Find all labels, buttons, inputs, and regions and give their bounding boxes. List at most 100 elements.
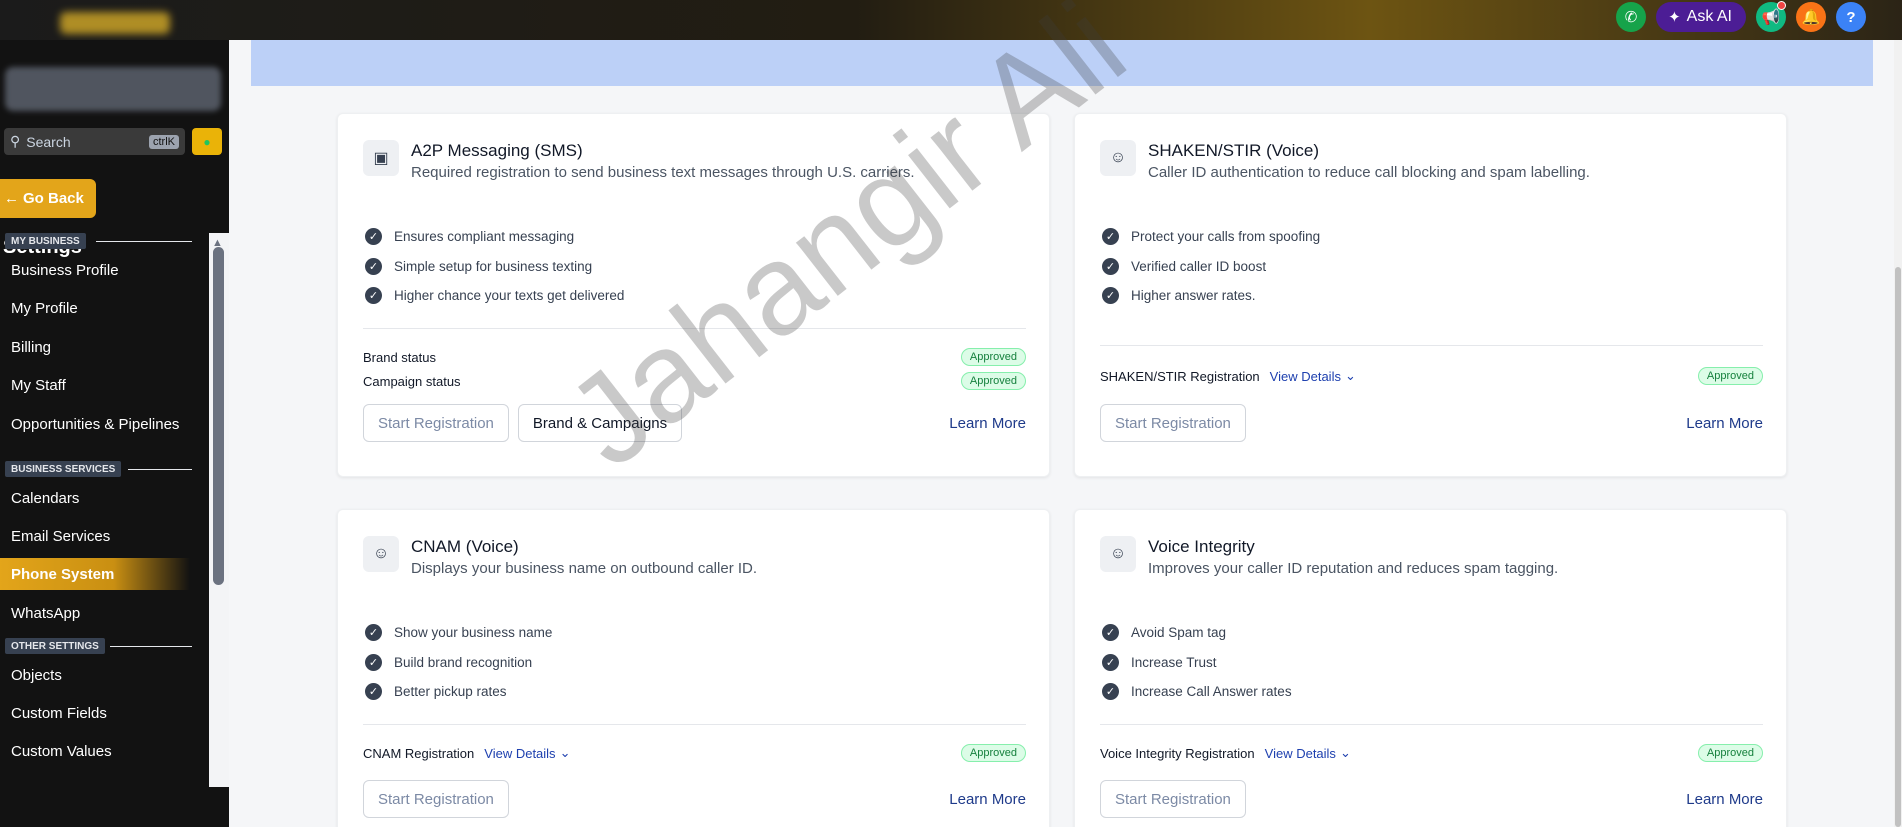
feature-item: ✓ Build brand recognition (365, 648, 552, 678)
phone-button[interactable]: ✆ (1616, 2, 1647, 32)
search-shortcut: ctrlK (149, 134, 179, 149)
sparkle-icon: ✦ (1668, 9, 1681, 26)
feature-label: Increase Trust (1131, 654, 1217, 670)
page-scrollbar[interactable] (1894, 40, 1902, 827)
help-icon: ? (1846, 8, 1856, 26)
feature-item: ✓ Show your business name (365, 618, 552, 648)
view-details-link[interactable]: View Details ⌄ (1265, 745, 1351, 761)
nav-item-whatsapp[interactable]: WhatsApp (0, 597, 190, 629)
feature-label: Verified caller ID boost (1131, 258, 1267, 274)
view-details-link[interactable]: View Details ⌄ (484, 745, 570, 761)
caller-id-icon: ☺ (363, 536, 399, 572)
feature-label: Higher chance your texts get delivered (394, 288, 625, 304)
bell-icon: 🔔 (1801, 9, 1821, 26)
ask-ai-button[interactable]: ✦ Ask AI (1656, 2, 1746, 32)
card-actions: Start Registration Brand & Campaigns Lea… (363, 404, 1026, 442)
feature-label: Increase Call Answer rates (1131, 684, 1292, 700)
notifications-button[interactable]: 🔔 (1796, 2, 1826, 32)
nav-item-objects[interactable]: Objects (0, 659, 190, 691)
nav-item-opportunities-pipelines[interactable]: Opportunities & Pipelines (0, 408, 190, 440)
card-title: CNAM (Voice) (411, 537, 519, 556)
divider (363, 724, 1026, 725)
learn-more-link[interactable]: Learn More (949, 415, 1026, 432)
nav-item-my-staff[interactable]: My Staff (0, 369, 190, 401)
check-icon: ✓ (365, 653, 382, 671)
learn-more-link[interactable]: Learn More (1686, 791, 1763, 808)
registration-status-row: SHAKEN/STIR Registration View Details ⌄ A… (1100, 367, 1763, 385)
card-voice-integrity: ☺ Voice Integrity Improves your caller I… (1074, 509, 1787, 827)
divider (1100, 724, 1763, 725)
status-label: Campaign status (363, 373, 461, 389)
announcements-button[interactable]: 📢 (1756, 1, 1786, 32)
feature-item: ✓ Increase Call Answer rates (1102, 677, 1292, 707)
card-title: A2P Messaging (SMS) (411, 141, 583, 160)
card-header: ☺ SHAKEN/STIR (Voice) Caller ID authenti… (1100, 140, 1590, 181)
start-registration-button[interactable]: Start Registration (363, 780, 509, 818)
notification-dot (1777, 1, 1786, 10)
view-details-link[interactable]: View Details ⌄ (1270, 368, 1356, 384)
card-header: ☺ Voice Integrity Improves your caller I… (1100, 536, 1558, 577)
status-badge: Approved (960, 348, 1026, 366)
brand-status-row: Brand status Approved (363, 348, 1026, 366)
status-badge: Approved (1697, 744, 1763, 762)
nav-item-business-profile[interactable]: Business Profile (0, 254, 190, 286)
learn-more-link[interactable]: Learn More (1686, 415, 1763, 432)
section-divider (128, 469, 192, 470)
arrow-left-icon: ← (4, 190, 19, 207)
search-input[interactable]: ⚲ Search ctrlK (4, 128, 185, 155)
card-actions: Start Registration Learn More (363, 780, 1026, 818)
brand-campaigns-button[interactable]: Brand & Campaigns (517, 404, 683, 442)
registration-label: Voice Integrity Registration (1100, 745, 1255, 761)
feature-item: ✓ Ensures compliant messaging (365, 222, 624, 252)
main-content: ▣ A2P Messaging (SMS) Required registrat… (229, 40, 1902, 827)
top-actions: ✆ ✦ Ask AI 📢 🔔 ? (1616, 1, 1866, 32)
nav-item-my-profile[interactable]: My Profile (0, 292, 190, 324)
nav-item-custom-values[interactable]: Custom Values (0, 735, 190, 767)
caller-id-icon: ☺ (1100, 140, 1136, 176)
feature-item: ✓ Avoid Spam tag (1102, 618, 1292, 648)
feature-item: ✓ Higher answer rates. (1102, 281, 1320, 311)
feature-item: ✓ Better pickup rates (365, 677, 552, 707)
check-icon: ✓ (1102, 228, 1119, 246)
search-placeholder: Search (26, 133, 71, 150)
account-switcher[interactable] (5, 67, 221, 111)
sidebar-scrollbar[interactable]: ▲ (209, 233, 229, 787)
megaphone-icon: 📢 (1761, 9, 1781, 26)
status-badge: Approved (960, 372, 1026, 390)
company-logo[interactable] (60, 12, 170, 34)
nav-item-calendars[interactable]: Calendars (0, 482, 190, 514)
learn-more-link[interactable]: Learn More (949, 791, 1026, 808)
divider (363, 328, 1026, 329)
quick-action-button[interactable]: ● (192, 128, 222, 155)
nav-item-phone-system[interactable]: Phone System (0, 558, 190, 590)
card-description: Improves your caller ID reputation and r… (1148, 560, 1559, 577)
go-back-button[interactable]: ← Go Back (0, 179, 96, 218)
feature-item: ✓ Higher chance your texts get delivered (365, 281, 624, 311)
nav-item-billing[interactable]: Billing (0, 331, 190, 363)
check-icon: ✓ (365, 683, 382, 701)
status-badge: Approved (960, 744, 1026, 762)
start-registration-button[interactable]: Start Registration (1100, 780, 1246, 818)
start-registration-button[interactable]: Start Registration (363, 404, 509, 442)
feature-list: ✓ Protect your calls from spoofing ✓ Verif… (1102, 222, 1320, 311)
check-icon: ✓ (1102, 624, 1119, 642)
card-description: Required registration to send business t… (411, 164, 915, 181)
check-icon: ✓ (365, 624, 382, 642)
nav-item-email-services[interactable]: Email Services (0, 520, 190, 552)
card-header: ☺ CNAM (Voice) Displays your business na… (363, 536, 757, 577)
phone-icon: ✆ (1624, 9, 1638, 26)
feature-item: ✓ Protect your calls from spoofing (1102, 222, 1320, 252)
card-actions: Start Registration Learn More (1100, 404, 1763, 442)
page-scroll-thumb[interactable] (1895, 267, 1901, 827)
start-registration-button[interactable]: Start Registration (1100, 404, 1246, 442)
feature-label: Build brand recognition (394, 654, 533, 670)
feature-list: ✓ Show your business name ✓ Build brand re… (365, 618, 552, 707)
feature-item: ✓ Verified caller ID boost (1102, 252, 1320, 282)
card-title: SHAKEN/STIR (Voice) (1148, 141, 1319, 160)
sidebar-scroll-thumb[interactable] (213, 247, 224, 585)
nav-item-custom-fields[interactable]: Custom Fields (0, 697, 190, 729)
section-divider (110, 646, 192, 647)
help-button[interactable]: ? (1836, 2, 1866, 32)
top-bar: ✆ ✦ Ask AI 📢 🔔 ? (0, 0, 1902, 40)
feature-list: ✓ Ensures compliant messaging ✓ Simple set… (365, 222, 624, 311)
